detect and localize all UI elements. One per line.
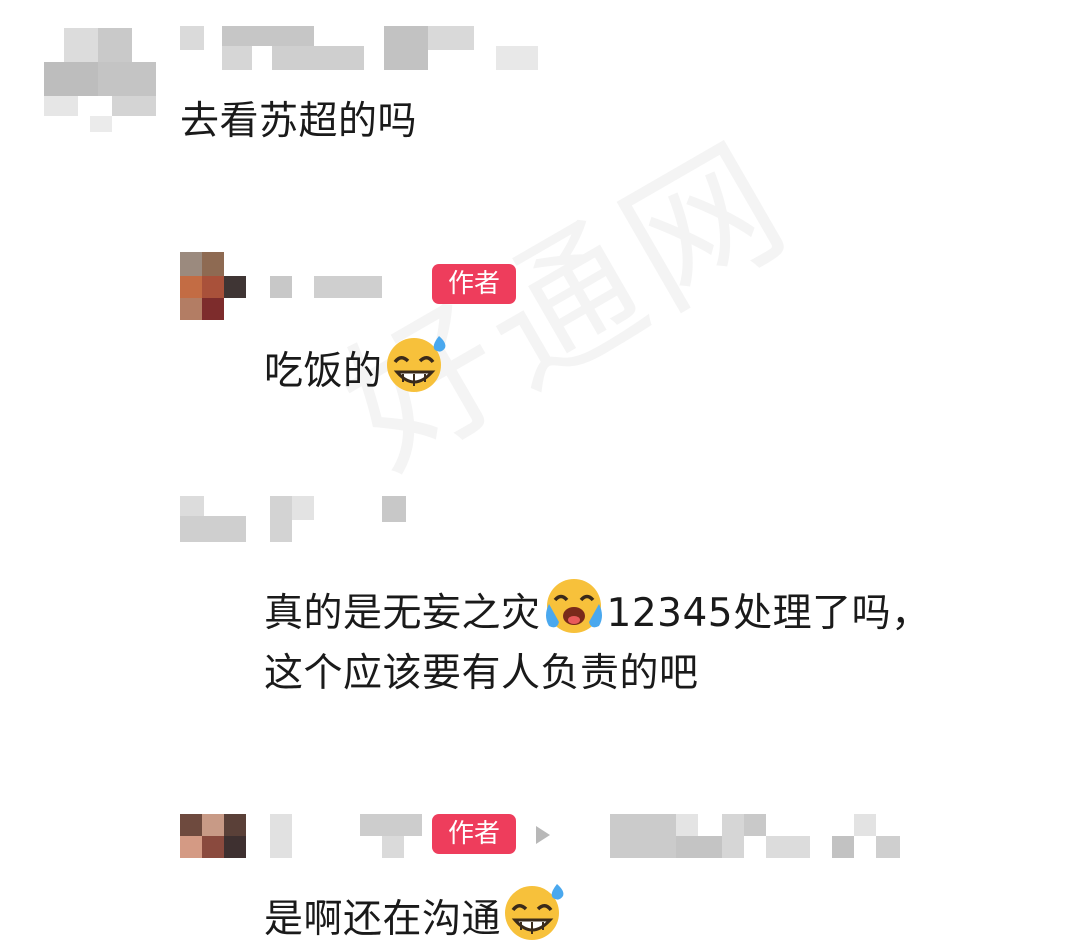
crying-laughing-emoji (541, 574, 607, 646)
comment-text-line: 吃饭的 (264, 332, 449, 404)
comment-text-line-1: 真的是无妄之灾 12345处理了吗， (264, 574, 931, 646)
comment-text: 是啊还在沟通 (264, 897, 502, 942)
author-badge: 作者 (432, 814, 516, 854)
comment-text: 真的是无妄之灾 (264, 591, 541, 636)
comment-text: 吃饭的 (264, 349, 383, 394)
grinning-sweat-emoji (501, 880, 567, 952)
comment-text-line-2: 这个应该要有人负责的吧 (264, 651, 699, 696)
grinning-sweat-emoji (383, 332, 449, 404)
reply-arrow-icon (536, 826, 550, 844)
comment-text-tail: 12345处理了吗， (606, 591, 931, 636)
comment-text-line: 是啊还在沟通 (264, 880, 567, 952)
comment-text: 去看苏超的吗 (180, 99, 418, 144)
author-badge: 作者 (432, 264, 516, 304)
